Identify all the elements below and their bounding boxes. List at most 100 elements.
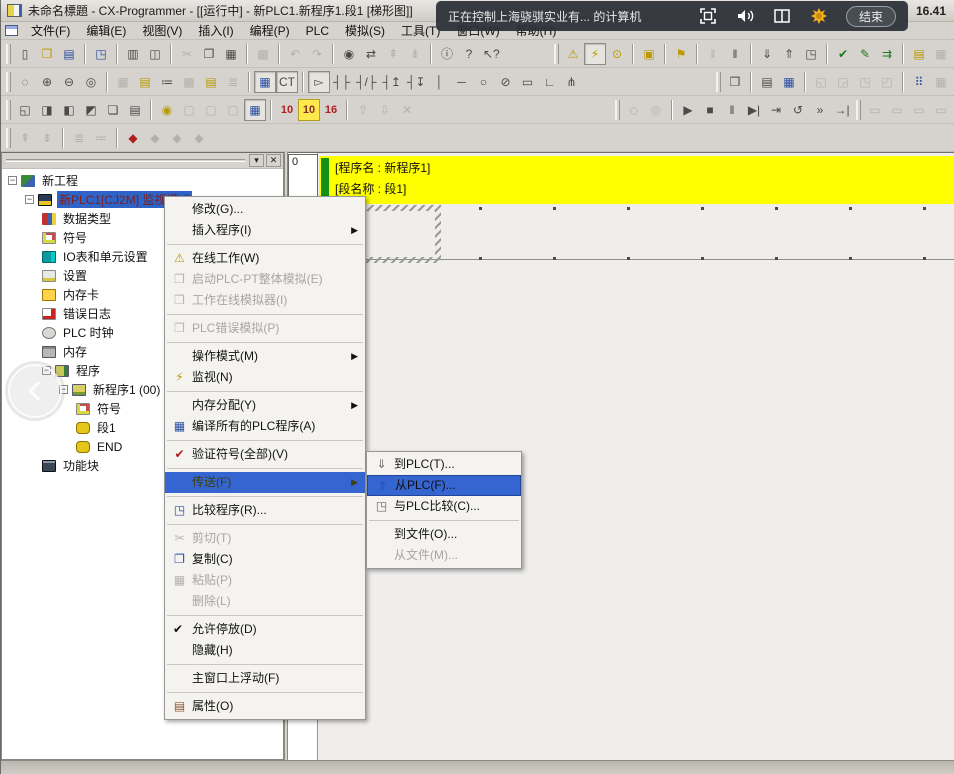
menu-item-allow-docking[interactable]: 允许停放(D)✔ xyxy=(165,619,365,640)
program-check-button[interactable]: ✔ xyxy=(832,43,854,65)
menu-item-verify-symbols-all[interactable]: 验证符号(全部)(V)✔ xyxy=(165,444,365,465)
find-next-button[interactable]: ⇟ xyxy=(404,43,426,65)
paste-special-button[interactable]: ▩ xyxy=(252,43,274,65)
toolbar-grip[interactable] xyxy=(6,44,11,64)
sim-step-in-button[interactable]: ⇥ xyxy=(765,99,787,121)
trace-tool-1-button[interactable]: ▢ xyxy=(178,99,200,121)
speaker-icon[interactable] xyxy=(735,6,755,26)
workspace-close-icon[interactable]: ✕ xyxy=(266,154,281,167)
menu-插入[interactable]: 插入(I) xyxy=(191,21,240,40)
watch-pane-4-button[interactable]: ▭ xyxy=(930,99,952,121)
watch-grid-button[interactable]: ▦ xyxy=(244,99,266,121)
menu-item-cut[interactable]: 剪切(T)✂ xyxy=(165,528,365,549)
tree-item-label[interactable]: 错误日志 xyxy=(61,305,113,322)
menu-item-plc-error-simulation[interactable]: PLC错误模拟(P)❒ xyxy=(165,318,365,339)
toolbar-grip[interactable] xyxy=(6,72,11,92)
print-button[interactable]: ▥ xyxy=(122,43,144,65)
transfer-from-plc-button[interactable]: ⇑ xyxy=(778,43,800,65)
watch-pane-1-button[interactable]: ▭ xyxy=(864,99,886,121)
new-closed-contact-button[interactable]: ┤/├ xyxy=(353,71,379,93)
tree-item-label[interactable]: 新程序1 (00) xyxy=(91,381,162,398)
rung-up-button[interactable]: ⇞ xyxy=(14,127,36,149)
tree-item-label[interactable]: 内存 xyxy=(61,343,89,360)
redo-button[interactable]: ↷ xyxy=(306,43,328,65)
end-session-button[interactable]: 结束 xyxy=(846,6,896,27)
sunflower-logo-icon[interactable] xyxy=(809,6,829,26)
menu-item-properties[interactable]: 属性(O)▤ xyxy=(165,696,365,717)
new-instruction-button[interactable]: ▭ xyxy=(516,71,538,93)
menu-item-from-plc[interactable]: 从PLC(F)...⇑ xyxy=(367,475,521,496)
compare-programs-button[interactable]: ◳ xyxy=(90,43,112,65)
online-edit-button[interactable]: ✎ xyxy=(854,43,876,65)
menu-模拟[interactable]: 模拟(S) xyxy=(338,21,392,40)
tree-item-label[interactable]: 符号 xyxy=(61,229,89,246)
tree-item-label[interactable]: 符号 xyxy=(95,400,123,417)
menu-编辑[interactable]: 编辑(E) xyxy=(79,21,133,40)
new-coil-button[interactable]: ○ xyxy=(472,71,494,93)
tree-item-label[interactable]: 设置 xyxy=(61,267,89,284)
cross-reference-button[interactable]: ≣ xyxy=(222,71,244,93)
menu-item-float-on-main-window[interactable]: 主窗口上浮动(F) xyxy=(165,668,365,689)
tree-item-label[interactable]: PLC 时钟 xyxy=(61,324,116,341)
menu-item-memory-allocation[interactable]: 内存分配(Y)▶ xyxy=(165,395,365,416)
toolbar-grip[interactable] xyxy=(856,100,861,120)
fullscreen-icon[interactable] xyxy=(698,6,718,26)
release-compile-button[interactable]: ▤ xyxy=(756,71,778,93)
zoom-in-button[interactable]: ⊕ xyxy=(36,71,58,93)
help-button[interactable]: ? xyxy=(458,43,480,65)
compile-all-button[interactable]: ▦ xyxy=(778,71,800,93)
menu-plc[interactable]: PLC xyxy=(299,23,336,39)
new-window-button[interactable]: ◱ xyxy=(14,99,36,121)
new-closed-coil-button[interactable]: ⊘ xyxy=(494,71,516,93)
sidebar-back-overlay[interactable] xyxy=(8,364,62,418)
tree-item-label[interactable]: 内存卡 xyxy=(61,286,101,303)
toolbar-grip[interactable] xyxy=(615,100,620,120)
sim-step-run-button[interactable]: ▶| xyxy=(743,99,765,121)
menu-item-modify[interactable]: 修改(G)... xyxy=(165,199,365,220)
menu-item-insert-program[interactable]: 插入程序(I)▶ xyxy=(165,220,365,241)
pause-monitoring-button[interactable]: ⊙ xyxy=(606,43,628,65)
split-screen-icon[interactable] xyxy=(772,6,792,26)
find-in-project-button[interactable]: ◉ xyxy=(156,99,178,121)
zoom-out-button[interactable]: ⊖ xyxy=(58,71,80,93)
show-grid-button[interactable]: ▦ xyxy=(112,71,134,93)
save-file-button[interactable]: ▤ xyxy=(58,43,80,65)
paste-button[interactable]: ▦ xyxy=(220,43,242,65)
diff-mark-4-button[interactable]: ◆ xyxy=(188,127,210,149)
menu-item-transfer[interactable]: 传送(F)▶ xyxy=(165,472,365,493)
workspace-dropdown-icon[interactable]: ▾ xyxy=(249,154,264,167)
invert-button[interactable]: ∟ xyxy=(538,71,560,93)
horizontal-line-button[interactable]: ─ xyxy=(450,71,472,93)
menu-文件[interactable]: 文件(F) xyxy=(24,21,77,40)
menu-item-hide[interactable]: 隐藏(H) xyxy=(165,640,365,661)
watch-window-b-button[interactable]: ◲ xyxy=(832,71,854,93)
menu-编程[interactable]: 编程(P) xyxy=(243,21,297,40)
show-comments-button[interactable]: ◨ xyxy=(36,99,58,121)
replace-button[interactable]: ⇄ xyxy=(360,43,382,65)
toolbar-grip[interactable] xyxy=(6,128,11,148)
context-help-button[interactable]: ↖? xyxy=(480,43,503,65)
tree-item-label[interactable]: IO表和单元设置 xyxy=(61,248,150,265)
monitor-mode-button[interactable]: ⚡ xyxy=(584,43,606,65)
new-file-button[interactable]: ▯ xyxy=(14,43,36,65)
vertical-line-button[interactable]: │ xyxy=(428,71,450,93)
diff-view-button[interactable]: ▩ xyxy=(178,71,200,93)
watch-pane-3-button[interactable]: ▭ xyxy=(908,99,930,121)
about-button[interactable]: ⓘ xyxy=(436,43,458,65)
sim-stop-button[interactable]: ■ xyxy=(699,99,721,121)
show-monitor-window-button[interactable]: ❏ xyxy=(102,99,124,121)
pause-button[interactable]: ‖ xyxy=(724,43,746,65)
cut-button[interactable]: ✂ xyxy=(176,43,198,65)
mnemonic-view-button[interactable]: ▦ xyxy=(254,71,276,93)
tree-expander-icon[interactable]: − xyxy=(8,176,17,185)
or-closed-contact-button[interactable]: ┤↧ xyxy=(404,71,429,93)
force-on-button[interactable]: ⇧ xyxy=(352,99,374,121)
copy-button[interactable]: ❐ xyxy=(198,43,220,65)
menu-item-paste[interactable]: 粘贴(P)▦ xyxy=(165,570,365,591)
watch-window-a-button[interactable]: ◱ xyxy=(810,71,832,93)
watch-window-c-button[interactable]: ◳ xyxy=(854,71,876,93)
monitor-signed-decimal-button[interactable]: 10 xyxy=(298,99,320,121)
show-symbol-bar-button[interactable]: ◩ xyxy=(80,99,102,121)
pause-with-sampling-button[interactable]: ▣ xyxy=(638,43,660,65)
watch-list-button[interactable]: ≔ xyxy=(156,71,178,93)
